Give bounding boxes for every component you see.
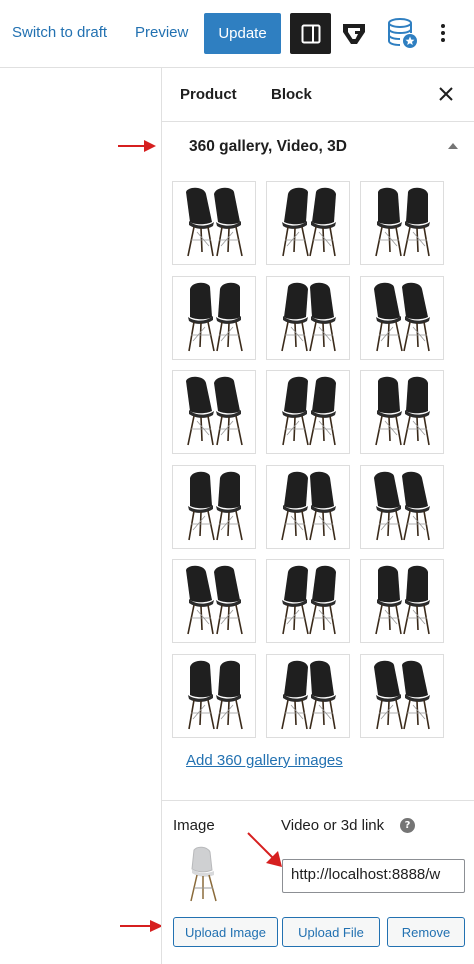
chair-photo <box>186 566 243 635</box>
gallery-thumbnail[interactable] <box>172 370 256 455</box>
chevron-up-icon <box>448 143 458 149</box>
chair-photo <box>282 187 336 257</box>
annotation-arrow <box>118 140 156 152</box>
gallery-thumbnail[interactable] <box>172 654 256 738</box>
chair-photo <box>188 282 243 351</box>
gallery-thumbnail[interactable] <box>266 559 350 644</box>
database-icon <box>388 18 417 48</box>
chair-photo <box>188 660 243 730</box>
remove-button[interactable]: Remove <box>387 917 465 947</box>
preview-button[interactable]: Preview <box>135 24 188 41</box>
gallery-thumbnail[interactable] <box>360 559 444 644</box>
chair-photo <box>281 282 336 351</box>
panel-360-gallery-toggle[interactable]: 360 gallery, Video, 3D <box>162 122 474 172</box>
more-options-button[interactable] <box>436 19 450 47</box>
media-section: Image Video or 3d link ? http://localhos… <box>162 800 474 964</box>
help-icon[interactable]: ? <box>400 818 415 833</box>
sidebar-tabs: Product Block <box>162 68 474 122</box>
close-sidebar-button[interactable] <box>436 84 456 104</box>
gallery-thumbnail[interactable] <box>266 181 350 265</box>
settings-sidebar-toggle[interactable] <box>290 13 331 54</box>
video-link-label: Video or 3d link <box>281 817 385 834</box>
settings-sidebar-icon <box>301 24 320 43</box>
switch-to-draft-button[interactable]: Switch to draft <box>12 24 107 41</box>
panel-title: 360 gallery, Video, 3D <box>189 138 347 155</box>
chair-photo <box>188 471 243 540</box>
editor-toolbar: Switch to draft Preview Update <box>0 0 474 68</box>
annotation-arrow <box>247 832 282 867</box>
chair-photo <box>282 376 336 446</box>
chair-photo <box>186 376 243 446</box>
gallery-thumbnail[interactable] <box>360 370 444 455</box>
more-dot <box>441 31 445 35</box>
upload-image-button[interactable]: Upload Image <box>173 917 278 947</box>
image-label: Image <box>173 817 215 834</box>
gallery-thumbnail[interactable] <box>360 464 444 549</box>
chair-photo <box>374 660 430 730</box>
gallery-thumbnail[interactable] <box>172 559 256 644</box>
annotation-arrow <box>120 920 163 932</box>
database-button[interactable] <box>385 16 419 50</box>
gallery-thumbnail[interactable] <box>360 275 444 360</box>
tab-block[interactable]: Block <box>271 86 312 103</box>
video-link-input[interactable]: http://localhost:8888/w <box>282 859 465 893</box>
more-dot <box>441 38 445 42</box>
gallery-thumbnail[interactable] <box>172 275 256 360</box>
chair-photo <box>374 471 430 540</box>
gallery-thumbnail[interactable] <box>266 654 350 738</box>
chair-photo <box>282 566 336 635</box>
g-plugin-icon <box>343 24 365 44</box>
upload-file-button[interactable]: Upload File <box>282 917 380 947</box>
chair-photo <box>281 471 336 540</box>
gallery-thumbnail[interactable] <box>266 370 350 455</box>
more-options-icon <box>441 24 445 28</box>
gallery-thumbnail[interactable] <box>360 181 444 265</box>
chair-photo <box>281 660 336 730</box>
gallery-thumbnail[interactable] <box>360 654 444 738</box>
add-360-gallery-images-link[interactable]: Add 360 gallery images <box>186 752 343 769</box>
g-plugin-button[interactable] <box>340 20 368 48</box>
gallery-thumbnail[interactable] <box>172 464 256 549</box>
product-image-preview <box>190 846 217 902</box>
gallery-thumbnail[interactable] <box>172 181 256 265</box>
chair-photo <box>375 566 430 635</box>
chair-photo <box>374 282 430 351</box>
chair-photo <box>375 376 430 446</box>
close-icon <box>439 87 453 101</box>
gallery-thumbnail[interactable] <box>266 464 350 549</box>
gallery-thumbnail[interactable] <box>266 275 350 360</box>
chair-photo <box>186 187 243 257</box>
chair-photo <box>375 187 430 257</box>
settings-sidebar: Product Block 360 gallery, Video, 3D Add… <box>161 68 474 964</box>
tab-product[interactable]: Product <box>180 86 237 103</box>
editor-canvas <box>0 68 163 964</box>
update-button[interactable]: Update <box>204 13 281 54</box>
